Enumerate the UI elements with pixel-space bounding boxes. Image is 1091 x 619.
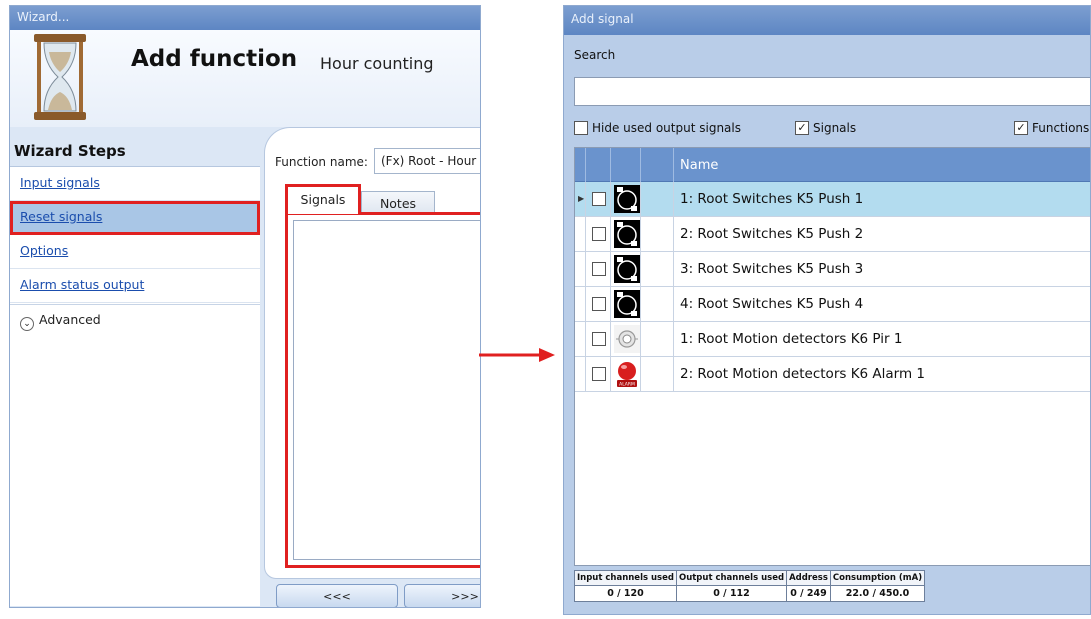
signal-name: 2: Root Switches K5 Push 2 (680, 226, 864, 242)
signal-name: 4: Root Switches K5 Push 4 (680, 296, 864, 312)
column-header-name[interactable]: Name (680, 158, 718, 173)
push-button-icon (614, 220, 640, 248)
hourglass-icon (34, 34, 86, 120)
push-button-icon (614, 185, 640, 213)
stat-header: Input channels used (574, 570, 677, 586)
page-title: Add function (131, 46, 298, 72)
functions-checkbox[interactable]: ✓ Functions (1014, 121, 1089, 135)
alarm-icon: ALARM (617, 362, 637, 388)
signal-name: 1: Root Switches K5 Push 1 (680, 191, 864, 207)
filter-label: Functions (1032, 121, 1090, 135)
next-button[interactable]: >>> (404, 584, 480, 607)
header-cell (611, 148, 641, 182)
signal-name: 3: Root Switches K5 Push 3 (680, 261, 864, 277)
svg-text:ALARM: ALARM (619, 382, 635, 388)
table-row[interactable]: ALARM 2: Root Motion detectors K6 Alarm … (575, 357, 1090, 392)
grid-header: Name (575, 148, 1090, 182)
signal-name: 2: Root Motion detectors K6 Alarm 1 (680, 366, 926, 382)
stat-value: 0 / 249 (786, 585, 831, 602)
row-checkbox[interactable] (592, 367, 606, 381)
step-alarm-status-output[interactable]: Alarm status output (10, 269, 260, 303)
step-link[interactable]: Options (20, 243, 68, 258)
table-row[interactable]: 2: Root Switches K5 Push 2 (575, 217, 1090, 252)
signals-checkbox[interactable]: ✓ Signals (795, 121, 856, 135)
arrow-right-icon (479, 348, 555, 362)
header-cell (641, 148, 674, 182)
search-input[interactable] (574, 77, 1090, 106)
push-button-icon (614, 255, 640, 283)
step-link[interactable]: Input signals (20, 175, 100, 190)
add-signal-title-bar: Add signal (564, 6, 1090, 35)
step-link[interactable]: Alarm status output (20, 277, 144, 292)
wizard-steps-panel: Input signals Reset signals Options Alar… (10, 166, 260, 606)
filter-label: Signals (813, 121, 857, 135)
header-cell (575, 148, 586, 182)
step-input-signals[interactable]: Input signals (10, 167, 260, 201)
row-checkbox[interactable] (592, 227, 606, 241)
row-checkbox[interactable] (592, 332, 606, 346)
stat-value: 22.0 / 450.0 (829, 585, 926, 602)
pir-sensor-icon (614, 325, 640, 353)
advanced-expander[interactable]: ⌄ Advanced (10, 304, 260, 334)
filter-label: Hide used output signals (592, 121, 741, 135)
channel-stats-table: Input channels used Output channels used… (574, 570, 926, 602)
signal-name: 1: Root Motion detectors K6 Pir 1 (680, 331, 903, 347)
table-row[interactable]: ▶ 1: Root Switches K5 Push 1 (575, 182, 1090, 217)
stat-header: Address (786, 570, 831, 586)
step-options[interactable]: Options (10, 235, 260, 269)
signals-list-area (285, 212, 480, 568)
signals-list[interactable] (293, 220, 480, 560)
step-reset-signals[interactable]: Reset signals (10, 201, 260, 235)
table-row[interactable]: 1: Root Motion detectors K6 Pir 1 (575, 322, 1090, 357)
signals-grid: Name ▶ 1: Root Switches K5 Push 1 2: Roo… (574, 147, 1090, 566)
function-type-label: Hour counting (320, 54, 434, 73)
row-checkbox[interactable] (592, 297, 606, 311)
wizard-window: Wizard... Add function Hour counting Wiz… (9, 5, 481, 608)
checkmark-icon[interactable]: ✓ (795, 121, 809, 135)
step-link[interactable]: Reset signals (20, 209, 102, 224)
back-button[interactable]: <<< (276, 584, 398, 607)
function-content-panel: Function name: (Fx) Root - Hour counting… (264, 127, 480, 579)
stat-header: Consumption (mA) (829, 570, 926, 586)
row-checkbox[interactable] (592, 262, 606, 276)
table-row[interactable]: 4: Root Switches K5 Push 4 (575, 287, 1090, 322)
search-label: Search (574, 48, 616, 62)
chevron-down-icon[interactable]: ⌄ (20, 317, 34, 331)
advanced-label: Advanced (39, 312, 101, 327)
push-button-icon (614, 290, 640, 318)
tab-notes[interactable]: Notes (361, 191, 435, 214)
table-row[interactable]: 3: Root Switches K5 Push 3 (575, 252, 1090, 287)
wizard-header: Add function Hour counting (10, 30, 480, 127)
wizard-title-bar: Wizard... (10, 6, 480, 30)
wizard-steps-title: Wizard Steps (14, 142, 126, 160)
tab-signals[interactable]: Signals (285, 184, 361, 214)
add-signal-window: Add signal Search Hide used output signa… (563, 5, 1091, 615)
function-name-field[interactable]: (Fx) Root - Hour counting (374, 148, 480, 174)
hide-used-output-checkbox[interactable]: Hide used output signals (574, 121, 741, 135)
header-cell (586, 148, 611, 182)
stat-value: 0 / 112 (675, 585, 788, 602)
function-name-label: Function name: (275, 155, 368, 169)
stat-value: 0 / 120 (574, 585, 677, 602)
checkmark-icon[interactable]: ✓ (1014, 121, 1028, 135)
checkbox-icon[interactable] (574, 121, 588, 135)
row-pointer-icon: ▶ (578, 194, 585, 203)
stat-header: Output channels used (675, 570, 788, 586)
row-checkbox[interactable] (592, 192, 606, 206)
